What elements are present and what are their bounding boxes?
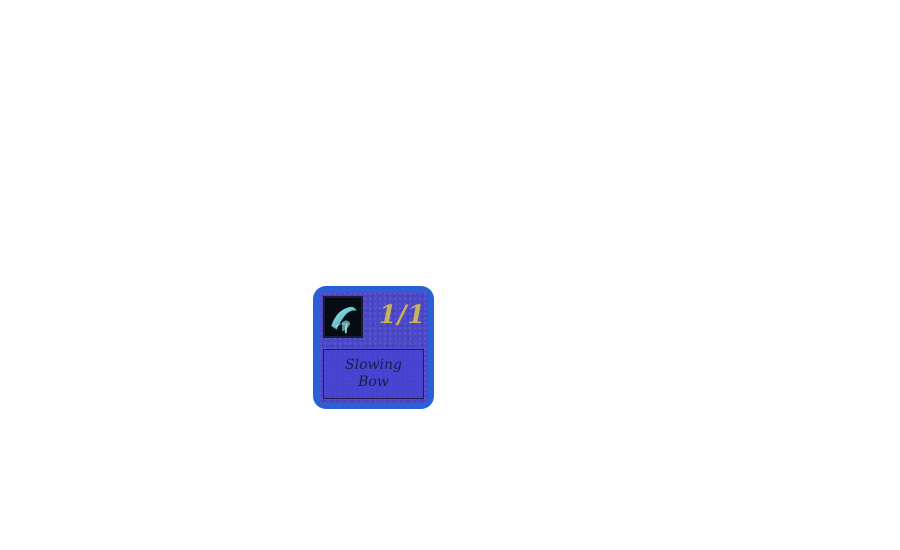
item-card[interactable]: 1/1 Slowing Bow (313, 286, 434, 409)
slowing-bow-icon (323, 296, 363, 338)
card-name-line-1: Slowing (345, 357, 402, 373)
card-stat: 1/1 (379, 300, 426, 329)
card-name-box[interactable]: Slowing Bow (323, 349, 424, 399)
card-name-line-2: Bow (358, 374, 389, 390)
